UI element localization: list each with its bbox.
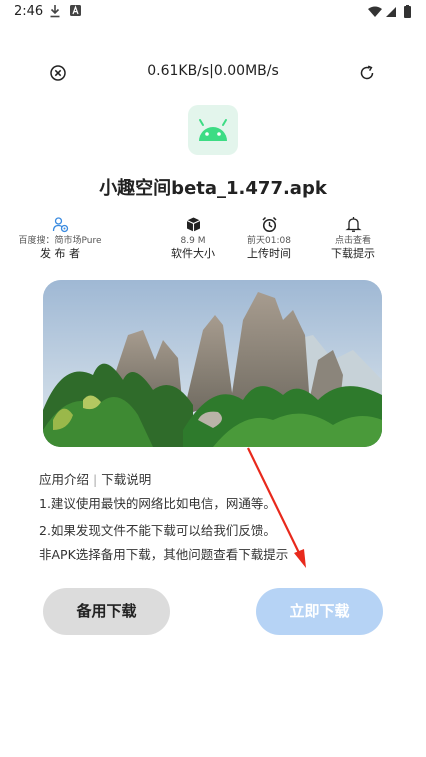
app-info-row: 百度搜：简市场Pure 发 布 者 8.9 M 软件大小 前天01:08 上传时… [18, 216, 398, 266]
app-file-name: 小趣空间beta_1.477.apk [99, 178, 327, 199]
info-publisher: 百度搜：简市场Pure 发 布 者 [15, 216, 105, 261]
mountain-landscape-image [43, 280, 382, 447]
app-icon [188, 105, 238, 155]
download-tips-label: 下载提示 [331, 247, 375, 260]
download-header: 0.61KB/s|0.00MB/s [0, 58, 426, 88]
wifi-signal-battery-icon [368, 5, 411, 18]
description-line-1: 1.建议使用最快的网络比如电信，网通等。 [39, 496, 276, 511]
publisher-icon [52, 217, 68, 233]
download-page: 2:46 0.61KB/s|0.00MB/s 小趣空间beta_1.477.ap… [0, 0, 426, 757]
description-section: 应用介绍 | 下载说明 1.建议使用最快的网络比如电信，网通等。 2.如果发现文件不… [39, 471, 399, 564]
upload-time-value: 前天01:08 [247, 236, 291, 246]
tab-download-instructions[interactable]: 下载说明 [101, 472, 151, 487]
tab-separator: | [93, 472, 98, 487]
upload-time-label: 上传时间 [247, 247, 291, 260]
alarm-clock-icon [261, 216, 277, 233]
app-screenshot-image [43, 280, 382, 447]
download-now-button[interactable]: 立即下载 [256, 588, 383, 635]
status-bar: 2:46 [0, 0, 426, 26]
notification-a-icon [70, 5, 81, 16]
backup-download-button[interactable]: 备用下载 [43, 588, 170, 635]
status-time: 2:46 [14, 4, 44, 19]
info-upload-time: 前天01:08 上传时间 [224, 216, 314, 261]
refresh-icon[interactable] [358, 64, 376, 82]
description-line-3: 非APK选择备用下载，其他问题查看下载提示 [39, 547, 289, 562]
box-icon [186, 217, 200, 232]
tab-app-intro[interactable]: 应用介绍 [39, 472, 89, 487]
description-tabs: 应用介绍 | 下载说明 [39, 471, 399, 489]
description-line-2: 2.如果发现文件不能下载可以给我们反馈。 [39, 523, 276, 538]
info-download-tips[interactable]: 点击查看 下载提示 [308, 216, 398, 261]
publisher-value: 百度搜：简市场Pure [18, 236, 102, 246]
android-icon [199, 119, 227, 141]
download-icon [50, 5, 60, 18]
publisher-label: 发 布 者 [40, 247, 80, 260]
bell-icon [344, 217, 362, 232]
download-tips-value[interactable]: 点击查看 [308, 235, 398, 247]
